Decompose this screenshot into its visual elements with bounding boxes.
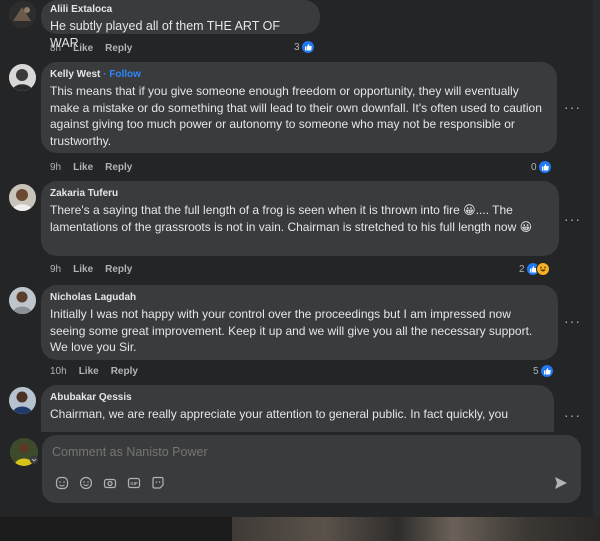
camera-icon[interactable] (102, 475, 117, 490)
comment-author-line: Kelly West · Follow (50, 68, 547, 81)
reaction-summary[interactable]: 5 (533, 364, 554, 378)
scrollbar[interactable] (593, 0, 600, 517)
comment-text: This means that if you give someone enou… (50, 84, 542, 148)
avatar[interactable] (9, 64, 36, 91)
reply-button[interactable]: Reply (111, 366, 138, 377)
comment-actions: 9h Like Reply (50, 264, 132, 275)
send-icon[interactable] (553, 475, 569, 491)
comments-panel: Alili Extaloca He subtly played all of t… (0, 0, 593, 517)
avatar[interactable] (9, 1, 36, 28)
reaction-count: 3 (294, 41, 300, 53)
avatar[interactable] (9, 387, 36, 414)
reaction-count: 5 (533, 365, 539, 377)
comment-bubble: Zakaria Tuferu There's a saying that the… (41, 181, 559, 256)
comment-text: Initially I was not happy with your cont… (50, 307, 533, 354)
reply-button[interactable]: Reply (105, 264, 132, 275)
comment-composer: GIF (0, 432, 593, 517)
comment-input[interactable] (52, 445, 532, 459)
avatar-sticker-icon[interactable] (150, 475, 165, 490)
like-button[interactable]: Like (73, 162, 93, 173)
gif-icon[interactable]: GIF (126, 475, 141, 490)
comment-author[interactable]: Kelly West (50, 69, 100, 80)
comment-bubble: Alili Extaloca He subtly played all of t… (41, 0, 320, 50)
comment-bubble: Nicholas Lagudah Initially I was not hap… (41, 285, 558, 360)
sticker-icon[interactable] (54, 475, 69, 490)
like-button[interactable]: Like (73, 264, 93, 275)
reaction-summary[interactable]: 0 (531, 160, 552, 174)
composer-tools: GIF (54, 475, 165, 490)
reaction-summary[interactable]: 3 (294, 40, 315, 54)
reply-button[interactable]: Reply (105, 162, 132, 173)
comment-text: Chairman, we are really appreciate your … (50, 407, 509, 421)
reply-button[interactable]: Reply (105, 43, 132, 54)
more-options-button[interactable]: ··· (564, 211, 581, 227)
chevron-down-icon[interactable] (30, 456, 38, 464)
comment-bubble: Kelly West · Follow This means that if y… (41, 62, 557, 153)
background-photo (232, 517, 600, 541)
emoji-icon[interactable] (78, 475, 93, 490)
comment-author[interactable]: Nicholas Lagudah (50, 291, 548, 304)
reaction-count: 0 (531, 161, 537, 173)
comment-author[interactable]: Abubakar Qessis (50, 391, 544, 404)
comment-actions: 9h Like Reply (50, 162, 132, 173)
like-icon (537, 160, 552, 174)
more-options-button[interactable]: ··· (564, 313, 581, 329)
like-button[interactable]: Like (73, 43, 93, 54)
comment-actions: 10h Like Reply (50, 366, 138, 377)
reaction-summary[interactable]: 2 (519, 262, 550, 276)
more-options-button[interactable]: ··· (564, 407, 581, 423)
follow-link[interactable]: · Follow (103, 69, 141, 80)
svg-text:GIF: GIF (130, 481, 138, 486)
avatar[interactable] (9, 184, 36, 211)
more-options-button[interactable]: ··· (564, 99, 581, 115)
comment-author[interactable]: Zakaria Tuferu (50, 187, 549, 200)
comment-time[interactable]: 9h (50, 162, 61, 173)
like-button[interactable]: Like (79, 366, 99, 377)
avatar[interactable] (9, 287, 36, 314)
like-icon (539, 364, 554, 378)
comment-author[interactable]: Alili Extaloca (50, 3, 310, 16)
comment-actions: 8h Like Reply (50, 43, 132, 54)
comment-time[interactable]: 8h (50, 43, 61, 54)
reaction-count: 2 (519, 263, 525, 275)
haha-icon (535, 262, 550, 276)
like-icon (300, 40, 315, 54)
comment-time[interactable]: 10h (50, 366, 67, 377)
comment-text: There's a saying that the full length of… (50, 203, 533, 234)
comment-time[interactable]: 9h (50, 264, 61, 275)
comment-input-box[interactable]: GIF (42, 435, 581, 503)
